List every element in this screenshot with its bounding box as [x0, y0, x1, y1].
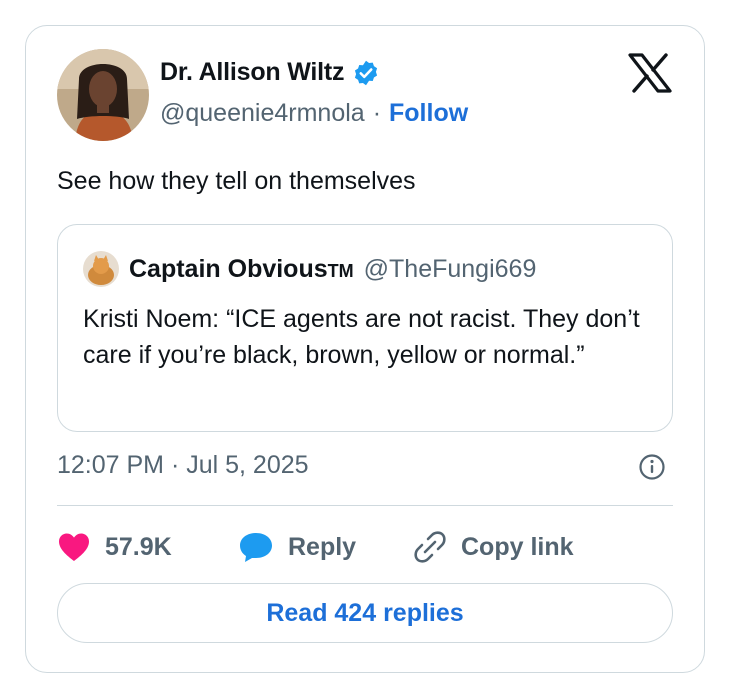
author-avatar[interactable]: [57, 49, 149, 141]
reply-label: Reply: [288, 532, 357, 561]
quoted-author-handle: @TheFungi669: [363, 254, 537, 283]
speech-bubble-icon: [240, 533, 272, 562]
separator-dot: ·: [372, 99, 382, 127]
follow-button[interactable]: Follow: [389, 99, 468, 128]
like-button[interactable]: 57.9K: [57, 532, 238, 562]
copy-link-label: Copy link: [461, 532, 574, 561]
author-name-row: Dr. Allison Wiltz: [160, 58, 380, 87]
x-logo-icon[interactable]: [628, 53, 672, 93]
quoted-tweet-header: Captain ObviousTM @TheFungi669: [83, 251, 536, 287]
author-handle-row: @queenie4rmnola · Follow: [160, 99, 468, 128]
reply-button[interactable]: Reply: [238, 531, 413, 563]
author-name[interactable]: Dr. Allison Wiltz: [160, 58, 345, 87]
action-bar: 57.9K Reply Copy link: [57, 527, 574, 567]
author-handle[interactable]: @queenie4rmnola: [160, 99, 365, 128]
trademark-suffix: TM: [327, 260, 354, 281]
divider: [57, 505, 673, 506]
link-icon: [414, 531, 446, 563]
read-replies-button[interactable]: Read 424 replies: [57, 583, 673, 643]
like-count: 57.9K: [105, 532, 172, 561]
quoted-author-avatar: [83, 251, 119, 287]
heart-icon: [59, 533, 89, 561]
quoted-tweet[interactable]: Captain ObviousTM @TheFungi669 Kristi No…: [57, 224, 673, 432]
tweet-timestamp[interactable]: 12:07 PM · Jul 5, 2025: [57, 451, 309, 480]
quoted-author-name: Captain Obvious: [129, 254, 328, 283]
quoted-tweet-text: Kristi Noem: “ICE agents are not racist.…: [83, 305, 640, 369]
quoted-author-name-wrap: Captain ObviousTM: [129, 255, 354, 284]
info-icon[interactable]: [638, 453, 666, 481]
tweet-text: See how they tell on themselves: [57, 167, 416, 195]
verified-badge-icon: [355, 60, 378, 85]
copy-link-button[interactable]: Copy link: [413, 530, 574, 564]
